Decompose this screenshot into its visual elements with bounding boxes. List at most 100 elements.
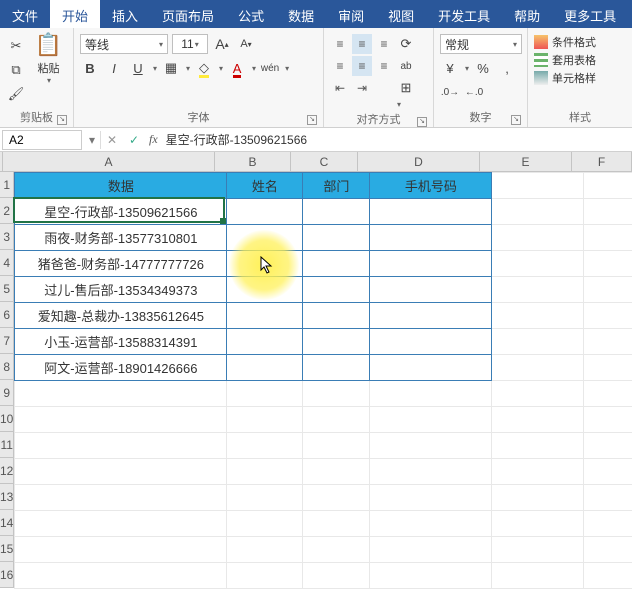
menu-tab-5[interactable]: 数据 [276, 0, 326, 28]
row-header-7[interactable]: 7 [0, 328, 14, 354]
cell-E7[interactable] [492, 329, 584, 355]
cell-B12[interactable] [227, 459, 303, 485]
cell-C4[interactable] [303, 251, 370, 277]
chevron-down-icon[interactable]: ▾ [47, 76, 51, 85]
cell-D14[interactable] [370, 511, 492, 537]
menu-tab-4[interactable]: 公式 [226, 0, 276, 28]
copy-icon[interactable]: ⧉ [6, 60, 26, 80]
align-center-icon[interactable]: ≡ [352, 56, 372, 76]
align-bottom-icon[interactable]: ≡ [374, 34, 394, 54]
cell-E5[interactable] [492, 277, 584, 303]
border-icon[interactable]: ▦ [161, 58, 181, 78]
cell-D6[interactable] [370, 303, 492, 329]
cell-B10[interactable] [227, 407, 303, 433]
chevron-down-icon[interactable]: ▾ [186, 64, 190, 73]
font-name-combo[interactable]: 等线▾ [80, 34, 168, 54]
cell-B3[interactable] [227, 225, 303, 251]
fill-color-icon[interactable]: ◇ [194, 58, 214, 78]
row-header-8[interactable]: 8 [0, 354, 14, 380]
chevron-down-icon[interactable]: ▾ [159, 40, 163, 49]
name-box-dropdown-icon[interactable]: ▾ [84, 133, 100, 147]
chevron-down-icon[interactable]: ▾ [219, 64, 223, 73]
align-middle-icon[interactable]: ≡ [352, 34, 372, 54]
cell-F13[interactable] [584, 485, 632, 511]
cell-F11[interactable] [584, 433, 632, 459]
increase-decimal-icon[interactable]: .0→ [440, 82, 460, 102]
dialog-launcher-icon[interactable]: ↘ [511, 115, 521, 125]
shrink-font-icon[interactable]: A▾ [236, 34, 256, 54]
row-header-5[interactable]: 5 [0, 276, 14, 302]
percent-icon[interactable]: % [473, 58, 493, 78]
cell-A15[interactable] [15, 537, 227, 563]
cell-E13[interactable] [492, 485, 584, 511]
cell-D12[interactable] [370, 459, 492, 485]
cell-C1[interactable]: 部门 [303, 173, 370, 199]
cell-D15[interactable] [370, 537, 492, 563]
cell-C5[interactable] [303, 277, 370, 303]
cell-B9[interactable] [227, 381, 303, 407]
formula-input[interactable]: 星空-行政部-13509621566 [162, 129, 632, 150]
row-header-10[interactable]: 10 [0, 406, 14, 432]
dialog-launcher-icon[interactable]: ↘ [57, 115, 67, 125]
cell-A6[interactable]: 爱知趣-总裁办-13835612645 [15, 303, 227, 329]
cell-C2[interactable] [303, 199, 370, 225]
menu-tab-8[interactable]: 开发工具 [426, 0, 502, 28]
format-painter-icon[interactable]: 🖌 [6, 84, 26, 104]
align-top-icon[interactable]: ≡ [330, 34, 350, 54]
row-header-6[interactable]: 6 [0, 302, 14, 328]
cell-C6[interactable] [303, 303, 370, 329]
chevron-down-icon[interactable]: ▾ [252, 64, 256, 73]
cell-E1[interactable] [492, 173, 584, 199]
dialog-launcher-icon[interactable]: ↘ [307, 115, 317, 125]
cell-C11[interactable] [303, 433, 370, 459]
underline-button[interactable]: U [128, 58, 148, 78]
decrease-indent-icon[interactable]: ⇤ [330, 78, 350, 98]
cell-E9[interactable] [492, 381, 584, 407]
cell-D5[interactable] [370, 277, 492, 303]
cell-D4[interactable] [370, 251, 492, 277]
conditional-formatting-button[interactable]: 条件格式 [534, 34, 596, 50]
cell-D13[interactable] [370, 485, 492, 511]
cell-A7[interactable]: 小玉-运营部-13588314391 [15, 329, 227, 355]
chevron-down-icon[interactable]: ▾ [153, 64, 157, 73]
increase-indent-icon[interactable]: ⇥ [352, 78, 372, 98]
cell-A3[interactable]: 雨夜-财务部-13577310801 [15, 225, 227, 251]
cell-B6[interactable] [227, 303, 303, 329]
cell-C3[interactable] [303, 225, 370, 251]
cell-B14[interactable] [227, 511, 303, 537]
cell-C15[interactable] [303, 537, 370, 563]
italic-button[interactable]: I [104, 58, 124, 78]
chevron-down-icon[interactable]: ▾ [285, 64, 289, 73]
cell-D7[interactable] [370, 329, 492, 355]
currency-icon[interactable]: ¥ [440, 58, 460, 78]
cell-C9[interactable] [303, 381, 370, 407]
cell-E6[interactable] [492, 303, 584, 329]
cell-F9[interactable] [584, 381, 632, 407]
chevron-down-icon[interactable]: ▾ [465, 64, 469, 73]
cell-F7[interactable] [584, 329, 632, 355]
row-header-4[interactable]: 4 [0, 250, 14, 276]
cell-A16[interactable] [15, 563, 227, 589]
cell-D10[interactable] [370, 407, 492, 433]
decrease-decimal-icon[interactable]: ←.0 [464, 82, 484, 102]
cell-A13[interactable] [15, 485, 227, 511]
cell-C12[interactable] [303, 459, 370, 485]
cell-E2[interactable] [492, 199, 584, 225]
cell-F3[interactable] [584, 225, 632, 251]
cell-A8[interactable]: 阿文-运营部-18901426666 [15, 355, 227, 381]
menu-tab-10[interactable]: 更多工具 [552, 0, 628, 28]
cell-F2[interactable] [584, 199, 632, 225]
cell-F14[interactable] [584, 511, 632, 537]
cell-A9[interactable] [15, 381, 227, 407]
menu-tab-9[interactable]: 帮助 [502, 0, 552, 28]
cell-A14[interactable] [15, 511, 227, 537]
cell-F4[interactable] [584, 251, 632, 277]
cell-E3[interactable] [492, 225, 584, 251]
format-as-table-button[interactable]: 套用表格 [534, 52, 596, 68]
row-header-16[interactable]: 16 [0, 562, 14, 588]
fx-icon[interactable]: fx [149, 132, 158, 147]
cell-B16[interactable] [227, 563, 303, 589]
cell-D3[interactable] [370, 225, 492, 251]
menu-tab-3[interactable]: 页面布局 [150, 0, 226, 28]
menu-tab-7[interactable]: 视图 [376, 0, 426, 28]
